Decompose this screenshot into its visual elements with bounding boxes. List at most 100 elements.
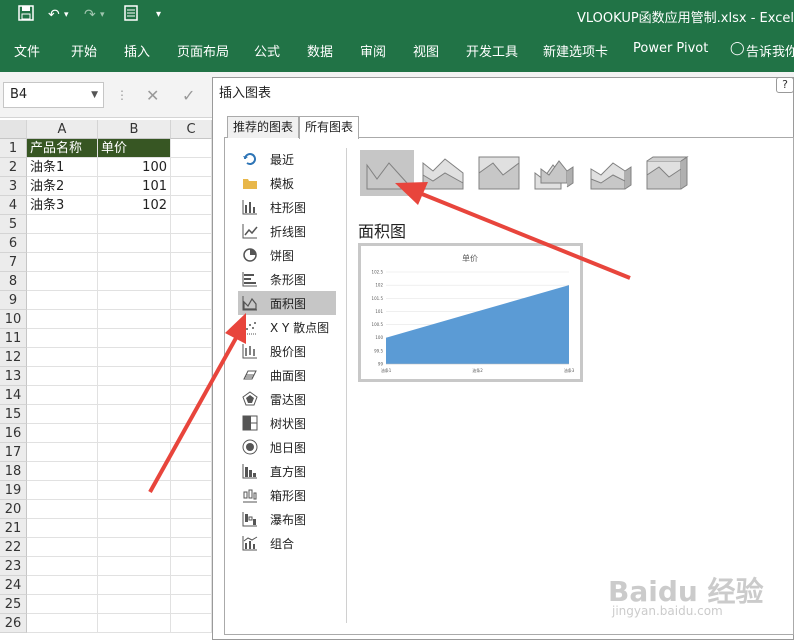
category-waterfall[interactable]: 瀑布图: [238, 507, 336, 531]
cell[interactable]: [27, 386, 98, 405]
cell[interactable]: [171, 177, 212, 196]
subtype-stacked-area[interactable]: [416, 150, 470, 196]
row-header[interactable]: 14: [0, 386, 27, 405]
cancel-icon[interactable]: ✕: [146, 86, 159, 105]
row-header[interactable]: 17: [0, 443, 27, 462]
cell[interactable]: [171, 215, 212, 234]
row-header[interactable]: 26: [0, 614, 27, 633]
row-header[interactable]: 1: [0, 139, 27, 158]
row-header[interactable]: 19: [0, 481, 27, 500]
cell[interactable]: [27, 291, 98, 310]
row-header[interactable]: 9: [0, 291, 27, 310]
cell[interactable]: [27, 462, 98, 481]
cell-b3[interactable]: 101: [98, 177, 171, 196]
tab-formulas[interactable]: 公式: [254, 41, 280, 60]
category-pie[interactable]: 饼图: [238, 243, 336, 267]
cell[interactable]: [98, 253, 171, 272]
category-combo[interactable]: 组合: [238, 531, 336, 555]
row-header[interactable]: 23: [0, 557, 27, 576]
cell-a2[interactable]: 油条1: [27, 158, 98, 177]
cell-b4[interactable]: 102: [98, 196, 171, 215]
category-sunburst[interactable]: 旭日图: [238, 435, 336, 459]
cell-b2[interactable]: 100: [98, 158, 171, 177]
lightbulb-icon[interactable]: ◯: [730, 41, 745, 56]
category-area[interactable]: 面积图: [238, 291, 336, 315]
cell[interactable]: [27, 424, 98, 443]
cell[interactable]: [171, 614, 212, 633]
save-icon[interactable]: [18, 5, 34, 25]
cell[interactable]: [27, 215, 98, 234]
category-box-whisker[interactable]: 箱形图: [238, 483, 336, 507]
row-header[interactable]: 3: [0, 177, 27, 196]
cell[interactable]: [98, 576, 171, 595]
cell[interactable]: [171, 329, 212, 348]
category-templates[interactable]: 模板: [238, 171, 336, 195]
cell[interactable]: [171, 500, 212, 519]
cell[interactable]: [27, 500, 98, 519]
column-header-c[interactable]: C: [171, 120, 212, 139]
category-bar[interactable]: 条形图: [238, 267, 336, 291]
row-header[interactable]: 20: [0, 500, 27, 519]
select-all-corner[interactable]: [0, 120, 27, 139]
cell[interactable]: [27, 519, 98, 538]
cell[interactable]: [98, 348, 171, 367]
cell[interactable]: [27, 272, 98, 291]
cell[interactable]: [171, 272, 212, 291]
cell[interactable]: [27, 253, 98, 272]
category-scatter[interactable]: X Y 散点图: [238, 315, 336, 339]
category-histogram[interactable]: 直方图: [238, 459, 336, 483]
cell[interactable]: [171, 139, 212, 158]
cell[interactable]: [98, 443, 171, 462]
cell[interactable]: [98, 405, 171, 424]
cell[interactable]: [98, 595, 171, 614]
cell[interactable]: [171, 386, 212, 405]
subtype-area[interactable]: [360, 150, 414, 196]
chevron-down-icon[interactable]: ▼: [91, 83, 98, 107]
undo-dropdown-icon[interactable]: ▾: [64, 5, 69, 25]
cell[interactable]: [98, 367, 171, 386]
subtype-100-stacked-area[interactable]: [472, 150, 526, 196]
cell[interactable]: [171, 538, 212, 557]
cell[interactable]: [171, 310, 212, 329]
row-header[interactable]: 15: [0, 405, 27, 424]
tab-power-pivot[interactable]: Power Pivot: [633, 41, 708, 56]
cell[interactable]: [171, 367, 212, 386]
column-header-b[interactable]: B: [98, 120, 171, 139]
cell-b1[interactable]: 单价: [98, 139, 171, 158]
tab-recommended-charts[interactable]: 推荐的图表: [227, 116, 300, 138]
category-column[interactable]: 柱形图: [238, 195, 336, 219]
cell[interactable]: [171, 158, 212, 177]
category-surface[interactable]: 曲面图: [238, 363, 336, 387]
cell-a4[interactable]: 油条3: [27, 196, 98, 215]
row-header[interactable]: 5: [0, 215, 27, 234]
cell[interactable]: [171, 253, 212, 272]
cell[interactable]: [171, 405, 212, 424]
cell[interactable]: [27, 443, 98, 462]
row-header[interactable]: 11: [0, 329, 27, 348]
tell-me-box[interactable]: 告诉我你: [746, 41, 794, 60]
cell[interactable]: [27, 310, 98, 329]
chart-preview[interactable]: 单价 102.5 102 101.5 101 100.5 100 99.5 99 油条1 油条2 油…: [358, 243, 583, 382]
tab-developer[interactable]: 开发工具: [466, 41, 518, 60]
cell[interactable]: [27, 234, 98, 253]
cell[interactable]: [98, 614, 171, 633]
row-header[interactable]: 4: [0, 196, 27, 215]
row-header[interactable]: 24: [0, 576, 27, 595]
column-header-a[interactable]: A: [27, 120, 98, 139]
category-radar[interactable]: 雷达图: [238, 387, 336, 411]
tab-insert[interactable]: 插入: [124, 41, 150, 60]
cell[interactable]: [98, 500, 171, 519]
cell[interactable]: [171, 424, 212, 443]
subtype-3d-area[interactable]: [528, 150, 582, 196]
subtype-3d-stacked-area[interactable]: [584, 150, 638, 196]
cell[interactable]: [27, 405, 98, 424]
redo-icon[interactable]: ↷: [84, 5, 96, 25]
cell[interactable]: [98, 329, 171, 348]
enter-icon[interactable]: ✓: [182, 86, 195, 105]
category-stock[interactable]: 股价图: [238, 339, 336, 363]
cell[interactable]: [98, 481, 171, 500]
row-header[interactable]: 7: [0, 253, 27, 272]
cell[interactable]: [98, 557, 171, 576]
cell[interactable]: [98, 291, 171, 310]
customize-qat-icon[interactable]: ▾: [156, 5, 161, 25]
